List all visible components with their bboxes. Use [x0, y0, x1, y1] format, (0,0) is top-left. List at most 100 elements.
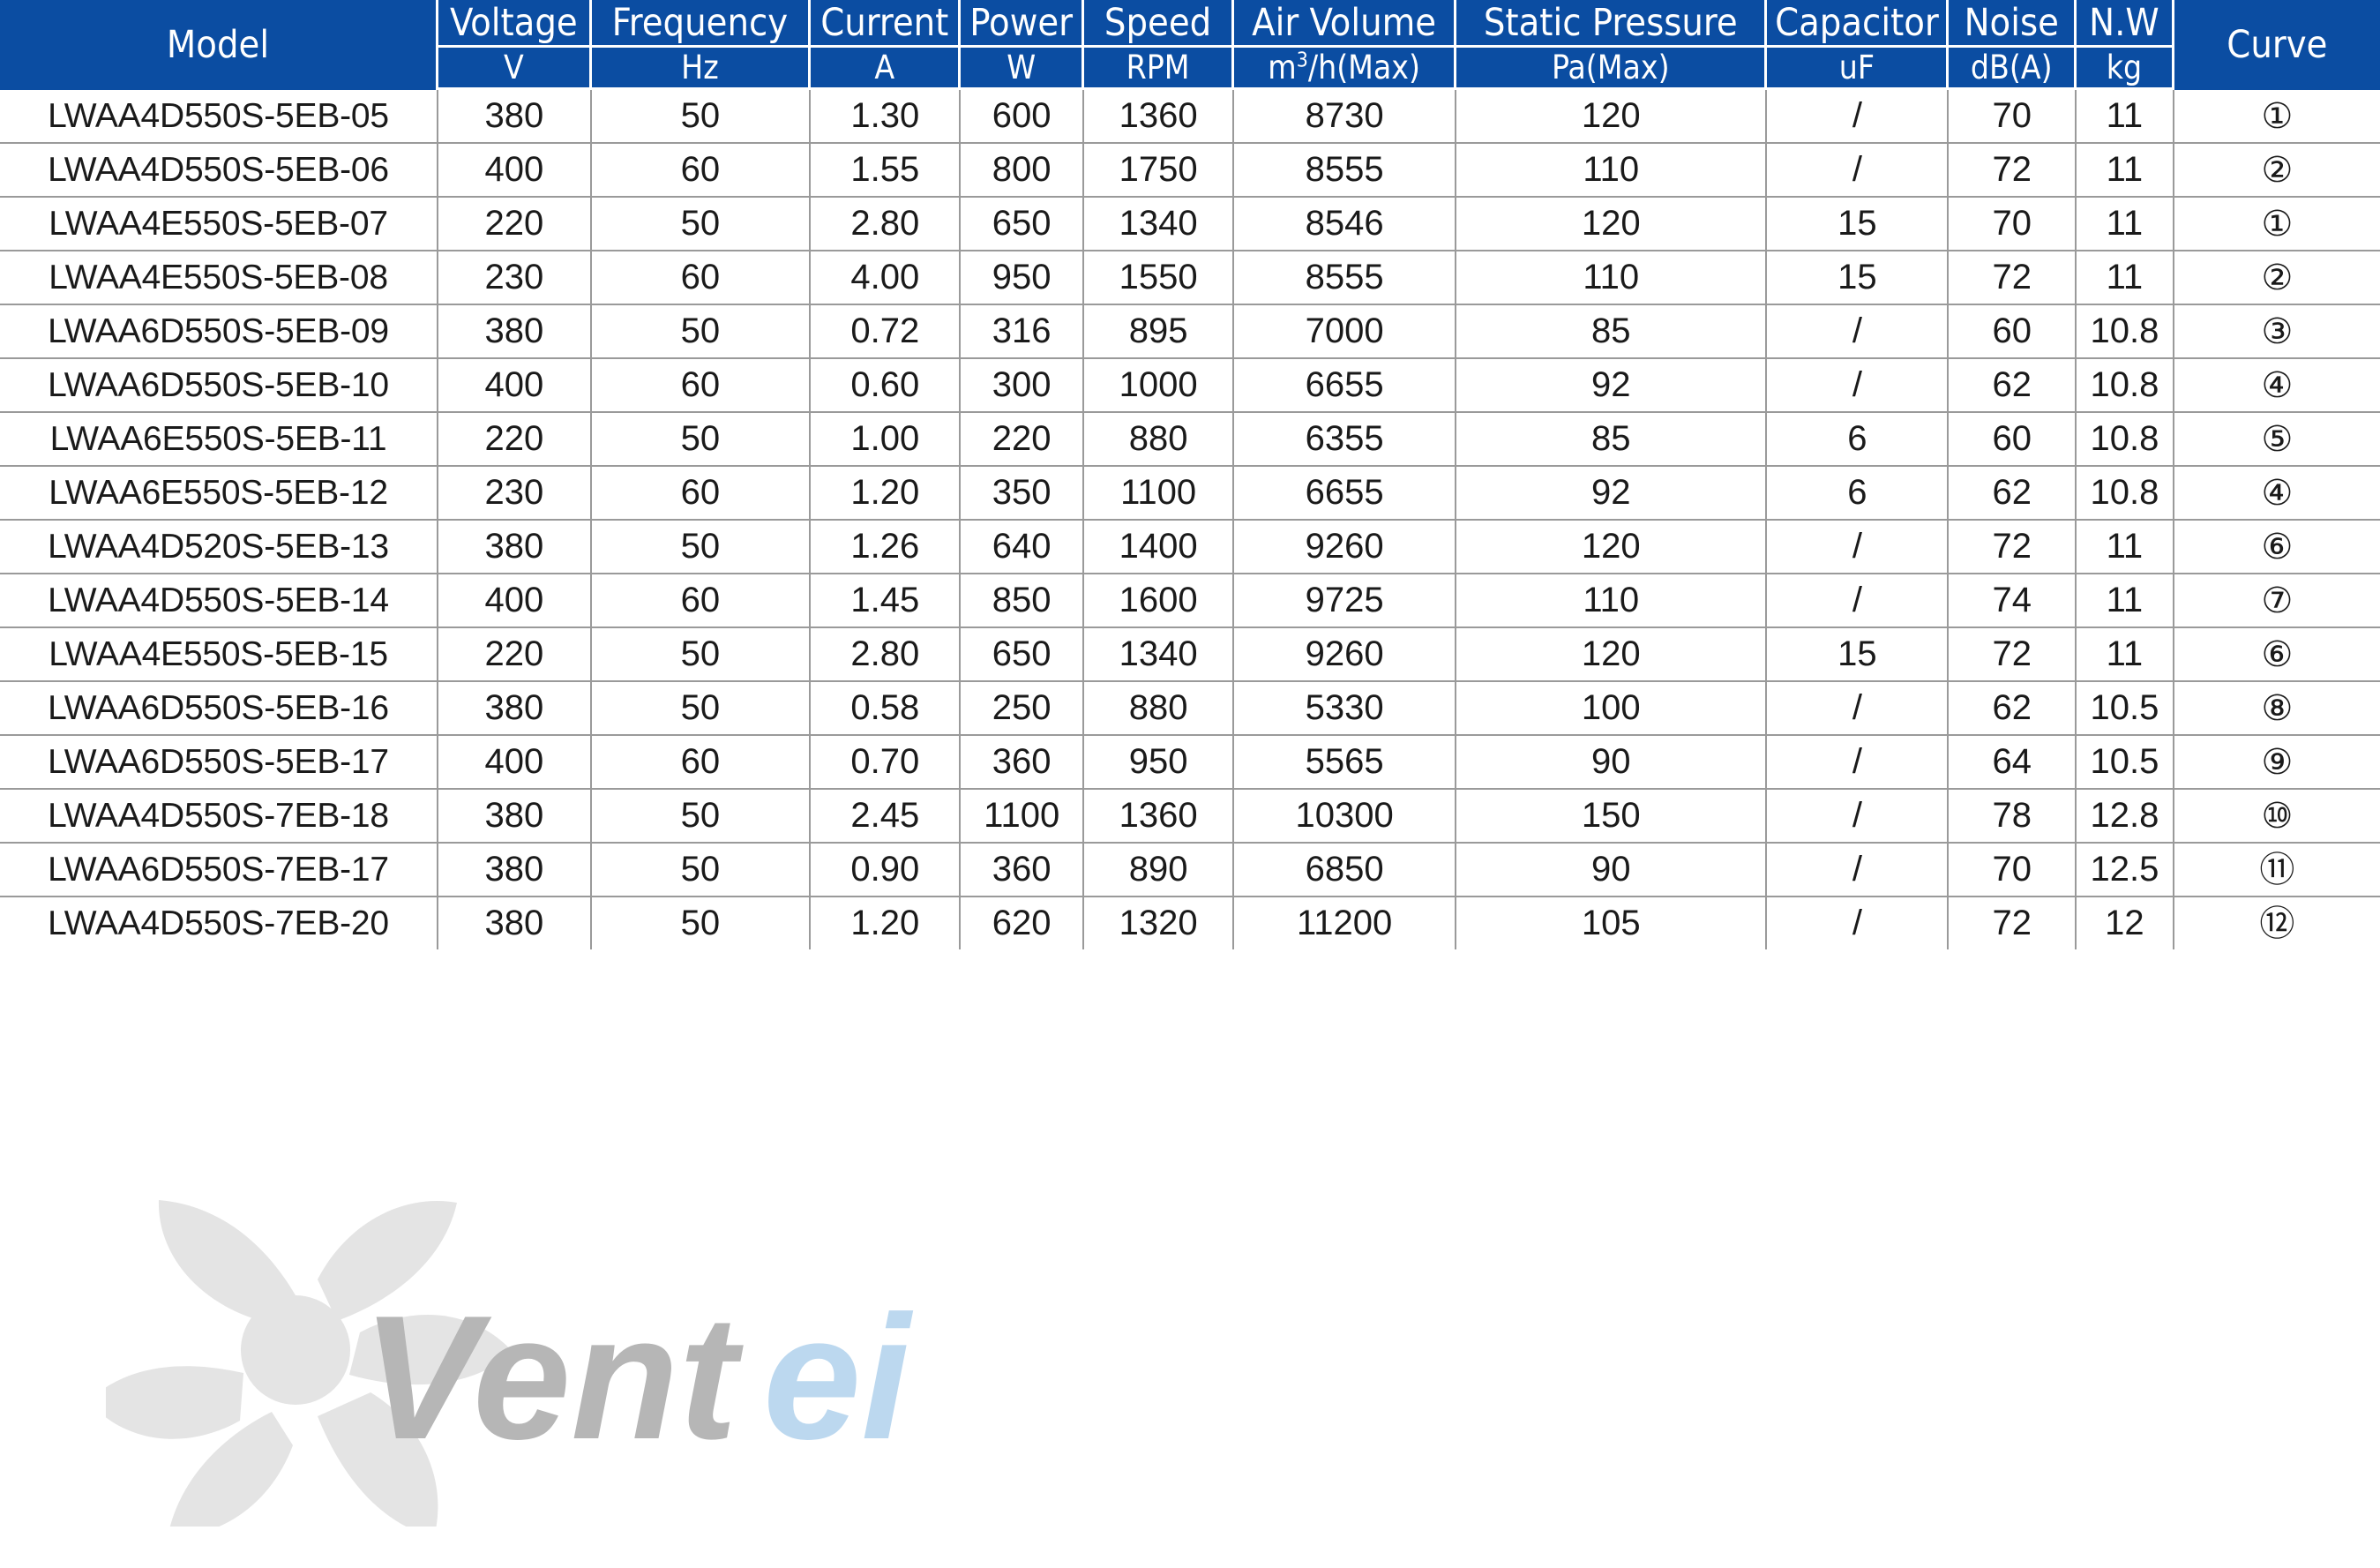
- cell-current: 1.55: [811, 144, 962, 198]
- cell-air-volume: 6655: [1234, 359, 1457, 413]
- cell-frequency: 50: [592, 897, 812, 949]
- cell-air-volume: 8555: [1234, 144, 1457, 198]
- cell-curve: ⑨: [2174, 736, 2380, 790]
- cell-power: 600: [961, 90, 1084, 144]
- cell-voltage: 220: [438, 198, 592, 251]
- cell-capacitor: /: [1767, 736, 1950, 790]
- column-header-current: Current: [811, 0, 962, 48]
- cell-speed: 1400: [1083, 521, 1235, 574]
- cell-voltage: 380: [438, 521, 592, 574]
- cell-model: LWAA6D550S-7EB-17: [0, 844, 439, 897]
- cell-frequency: 50: [591, 521, 812, 574]
- cell-current: 2.80: [811, 198, 962, 251]
- table-header: Model Voltage Frequency Current Power Sp…: [0, 0, 2380, 90]
- cell-frequency: 60: [591, 251, 812, 305]
- column-header-noise: Noise: [1949, 0, 2077, 48]
- cell-curve: ②: [2174, 251, 2380, 305]
- cell-net-weight: 11: [2077, 90, 2174, 144]
- cell-air-volume: 6655: [1234, 467, 1457, 521]
- cell-curve: ④: [2174, 359, 2380, 413]
- cell-model: LWAA4D550S-5EB-06: [0, 144, 439, 198]
- cell-power: 850: [961, 574, 1084, 628]
- cell-model: LWAA6D550S-5EB-09: [0, 305, 439, 359]
- cell-voltage: 230: [438, 251, 592, 305]
- cell-curve: ⑧: [2174, 682, 2380, 736]
- cell-current: 1.00: [811, 413, 962, 467]
- cell-net-weight: 10.5: [2077, 682, 2174, 736]
- cell-static-pressure: 110: [1456, 144, 1768, 198]
- cell-current: 0.72: [811, 305, 962, 359]
- curve-badge: ⑫: [2259, 903, 2295, 944]
- cell-curve: ⑩: [2174, 790, 2380, 844]
- column-header-model: Model: [0, 0, 439, 90]
- cell-net-weight: 10.8: [2077, 359, 2174, 413]
- cell-speed: 950: [1083, 736, 1235, 790]
- cell-current: 1.45: [811, 574, 962, 628]
- cell-voltage: 220: [438, 413, 592, 467]
- cell-voltage: 380: [438, 844, 592, 897]
- curve-badge: ⑪: [2259, 849, 2295, 890]
- cell-frequency: 60: [591, 736, 812, 790]
- cell-static-pressure: 120: [1456, 628, 1768, 682]
- cell-noise: 70: [1949, 90, 2077, 144]
- cell-model: LWAA4E550S-5EB-08: [0, 251, 439, 305]
- cell-power: 220: [961, 413, 1084, 467]
- table-row: LWAA4D550S-5EB-14 400 60 1.45 850 1600 9725 110…: [0, 574, 2380, 628]
- cell-frequency: 50: [591, 413, 812, 467]
- cell-power: 650: [961, 198, 1084, 251]
- cell-capacitor: 6: [1767, 467, 1950, 521]
- cell-air-volume: 5565: [1234, 736, 1457, 790]
- cell-model: LWAA4D520S-5EB-13: [0, 521, 439, 574]
- curve-badge: ①: [2261, 95, 2294, 137]
- cell-voltage: 400: [438, 359, 592, 413]
- curve-badge: ①: [2261, 203, 2294, 244]
- cell-curve: ⑦: [2174, 574, 2380, 628]
- cell-air-volume: 11200: [1234, 897, 1457, 949]
- cell-frequency: 50: [591, 90, 812, 144]
- cell-static-pressure: 110: [1456, 574, 1768, 628]
- column-header-net-weight: N.W: [2077, 0, 2174, 48]
- cell-current: 0.60: [811, 359, 962, 413]
- cell-frequency: 50: [591, 305, 812, 359]
- cell-model: LWAA6E550S-5EB-12: [0, 467, 439, 521]
- cell-net-weight: 10.8: [2077, 413, 2174, 467]
- cell-frequency: 50: [591, 844, 812, 897]
- cell-noise: 60: [1949, 413, 2077, 467]
- cell-power: 250: [961, 682, 1084, 736]
- cell-capacitor: /: [1767, 790, 1950, 844]
- cell-speed: 1600: [1083, 574, 1235, 628]
- cell-noise: 78: [1949, 790, 2077, 844]
- cell-capacitor: /: [1767, 144, 1950, 198]
- header-row-name: Model Voltage Frequency Current Power Sp…: [0, 0, 2380, 90]
- cell-capacitor: /: [1767, 897, 1950, 949]
- cell-static-pressure: 110: [1456, 251, 1768, 305]
- cell-power: 800: [961, 144, 1084, 198]
- cell-net-weight: 11: [2077, 628, 2174, 682]
- cell-current: 0.58: [811, 682, 962, 736]
- cell-voltage: 380: [438, 790, 592, 844]
- table-row: LWAA6D550S-5EB-10 400 60 0.60 300 1000 6655 92/…: [0, 359, 2380, 413]
- cell-static-pressure: 150: [1456, 790, 1768, 844]
- cell-noise: 62: [1949, 682, 2077, 736]
- unit-header-static-pressure: Pa(Max): [1456, 48, 1768, 90]
- cell-air-volume: 7000: [1234, 305, 1457, 359]
- curve-badge: ⑥: [2261, 526, 2294, 567]
- table-row: LWAA4E550S-5EB-15 220 50 2.80 650 1340 9260 120…: [0, 628, 2380, 682]
- cell-frequency: 60: [591, 574, 812, 628]
- cell-speed: 880: [1083, 682, 1235, 736]
- cell-model: LWAA4D550S-5EB-05: [0, 90, 439, 144]
- table-row: LWAA4E550S-5EB-07 220 50 2.80 650 1340 8546 120…: [0, 198, 2380, 251]
- cell-noise: 72: [1949, 144, 2077, 198]
- table-row: LWAA4E550S-5EB-08 230 60 4.00 950 1550 8555 110…: [0, 251, 2380, 305]
- cell-power: 360: [961, 736, 1084, 790]
- cell-power: 950: [961, 251, 1084, 305]
- cell-static-pressure: 85: [1456, 413, 1768, 467]
- cell-model: LWAA6E550S-5EB-11: [0, 413, 439, 467]
- cell-curve: ⑪: [2174, 844, 2380, 897]
- table-row: LWAA6D550S-7EB-17 380 50 0.90 360 890 6850 90/7…: [0, 844, 2380, 897]
- cell-noise: 72: [1949, 521, 2077, 574]
- cell-model: LWAA6D550S-5EB-10: [0, 359, 439, 413]
- cell-current: 4.00: [811, 251, 962, 305]
- cell-air-volume: 6355: [1234, 413, 1457, 467]
- cell-power: 316: [961, 305, 1084, 359]
